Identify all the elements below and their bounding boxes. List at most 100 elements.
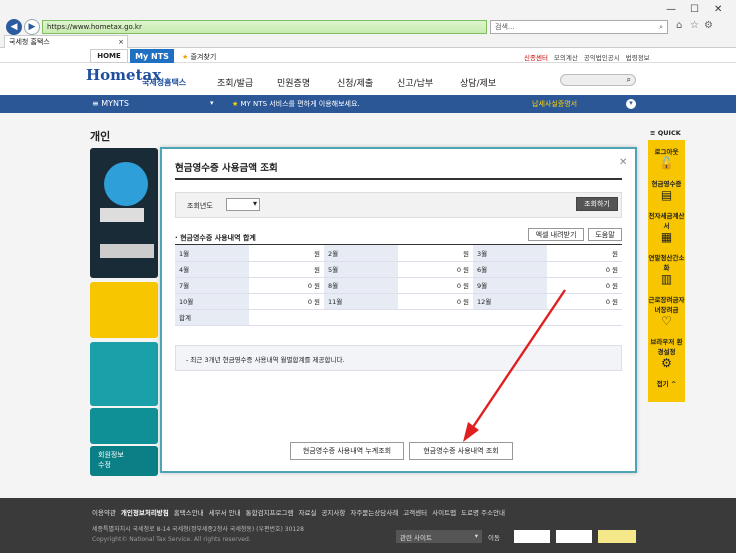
excel-download-button[interactable]: 엑셀 내려받기 — [528, 228, 584, 241]
nav-notice-text: 납세사실증명서 — [532, 100, 578, 108]
quick-logout[interactable]: 로그아웃 🔓 — [648, 146, 685, 170]
month-label: 10월 — [175, 293, 249, 310]
teal-card[interactable] — [90, 408, 158, 444]
quick-menu: 로그아웃 🔓 현금영수증 ▤ 전자세금계산서 ▦ 연말정산간소화 ▥ 근로장려금자녀장려… — [648, 140, 685, 402]
month-label: 1월 — [175, 245, 249, 262]
footer-address: 세종특별자치시 국세청로 8-14 국세청(정부세종2청사 국세청동) (우편번… — [92, 526, 304, 533]
footer-link[interactable]: 자료실 — [298, 507, 316, 517]
footer-link[interactable]: 공지사항 — [321, 507, 345, 517]
month-value: 원 — [249, 261, 324, 278]
badge-logo[interactable] — [514, 530, 550, 543]
yellow-card[interactable] — [90, 282, 158, 338]
top-link[interactable]: 법령정보 — [626, 52, 650, 62]
home-icon[interactable]: ⌂ — [676, 20, 682, 31]
masked-info — [100, 244, 154, 258]
quick-year-end[interactable]: 연말정산간소화 ▥ — [648, 252, 685, 286]
star-icon[interactable]: ☆ — [690, 20, 699, 31]
url-text: https://www.hometax.go.kr — [47, 23, 142, 31]
forward-button[interactable]: ▶ — [24, 19, 40, 35]
nav-message: ★ MY NTS 서비스를 편하게 이용해보세요. — [232, 99, 360, 109]
footer-link[interactable]: 통합검지프로그램 — [246, 507, 294, 517]
footer-link[interactable]: 고객센터 — [403, 507, 427, 517]
help-button[interactable]: 도움말 — [588, 228, 622, 241]
browser-search-input[interactable]: 검색... ⌕ — [490, 20, 668, 34]
month-label: 6월 — [473, 261, 547, 278]
menu-item[interactable]: 민원증명 — [277, 76, 310, 89]
info-note: - 최근 3개년 현금영수증 사용내역 월별합계를 제공합니다. — [186, 356, 345, 364]
chevron-down-icon[interactable]: ▾ — [626, 99, 636, 109]
menu-item[interactable]: 신청/제출 — [337, 76, 373, 89]
quick-cash-receipt[interactable]: 현금영수증 ▤ — [648, 178, 685, 202]
site-search-input[interactable]: ⌕ — [560, 74, 636, 86]
footer-link[interactable]: 홈택스안내 — [174, 507, 204, 517]
star-icon: ★ — [232, 100, 239, 108]
menu-item[interactable]: 상담/제보 — [460, 76, 496, 89]
receipt-icon: ▤ — [660, 188, 673, 202]
unlock-icon: 🔓 — [659, 156, 674, 170]
favorites-link[interactable]: ★ 즐겨찾기 — [182, 52, 216, 62]
member-edit-button[interactable]: 회원정보 수정 — [90, 446, 158, 476]
section-title: · 현금영수증 사용내역 합계 — [175, 234, 256, 242]
mynts-menu[interactable]: ≡ MYNTS — [92, 99, 129, 108]
month-value: 원 — [547, 245, 622, 262]
browser-tab[interactable]: 국세청 홈택스 × — [4, 35, 128, 48]
table-row: 1월 원 2월 원 3월 원 — [175, 245, 622, 262]
minimize-icon[interactable]: — — [666, 4, 676, 15]
profile-card — [90, 148, 158, 278]
top-link[interactable]: 신종센터 — [524, 52, 548, 62]
mynts-tab[interactable]: My NTS — [130, 49, 174, 63]
teal-card[interactable] — [90, 342, 158, 406]
address-bar[interactable]: https://www.hometax.go.kr — [42, 20, 487, 34]
favorites-label: 즐겨찾기 — [190, 53, 217, 61]
logo-sub: 국세청홈택스 — [142, 78, 187, 87]
top-links: 신종센터 모의계산 공익법인공시 법령정보 — [524, 52, 650, 62]
search-placeholder: 검색... — [495, 23, 515, 31]
quick-label-text: QUICK — [657, 129, 681, 137]
gear-icon[interactable]: ⚙ — [704, 20, 713, 31]
nav-notice[interactable]: 납세사실증명서 — [532, 99, 577, 109]
gear-icon: ⚙ — [661, 356, 672, 370]
top-link[interactable]: 공익법인공시 — [584, 52, 620, 62]
footer-link[interactable]: 이용약관 — [92, 507, 116, 517]
search-button[interactable]: 조회하기 — [576, 197, 618, 211]
quick-e-invoice[interactable]: 전자세금계산서 ▦ — [648, 210, 685, 244]
search-icon: ⌕ — [659, 22, 663, 31]
quick-incentive[interactable]: 근로장려금자녀장려금 ♡ — [648, 294, 685, 328]
back-button[interactable]: ◀ — [6, 19, 22, 35]
maximize-icon[interactable]: ☐ — [690, 4, 699, 15]
footer-link[interactable]: 도로명 주소안내 — [461, 507, 505, 517]
menu-item[interactable]: 신고/납부 — [397, 76, 433, 89]
page-title: 개인 — [90, 130, 111, 143]
badge-logo[interactable] — [598, 530, 636, 543]
chevron-down-icon[interactable]: ▾ — [210, 99, 214, 107]
close-icon[interactable]: ✕ — [619, 157, 627, 168]
month-label: 7월 — [175, 277, 249, 294]
quick-browser-settings[interactable]: 브라우저 환경설정 ⚙ — [648, 336, 685, 370]
home-tab[interactable]: HOME — [90, 49, 128, 63]
menu-item[interactable]: 조회/발급 — [217, 76, 253, 89]
footer-link[interactable]: 자주묻는상담사례 — [350, 507, 398, 517]
quick-item-label: 로그아웃 — [654, 148, 679, 156]
related-sites-select[interactable]: 관련 사이트 ▾ — [396, 530, 482, 543]
go-button[interactable]: 이동 — [488, 532, 500, 542]
footer-link[interactable]: 사이트맵 — [432, 507, 456, 517]
close-icon[interactable]: ✕ — [714, 4, 722, 15]
footer-link[interactable]: 개인정보처리방침 — [121, 507, 169, 517]
search-icon: ⌕ — [626, 75, 631, 84]
year-label: 조회년도 — [187, 202, 213, 210]
badge-logo[interactable] — [556, 530, 592, 543]
footer-link[interactable]: 세무서 안내 — [209, 507, 241, 517]
top-link[interactable]: 모의계산 — [554, 52, 578, 62]
month-label: 5월 — [324, 261, 398, 278]
masked-info — [100, 208, 144, 222]
month-value: 0 원 — [398, 261, 473, 278]
cumulative-inquiry-button[interactable]: 현금영수증 사용내역 누계조회 — [290, 442, 404, 460]
quick-collapse[interactable]: 접기 ^ — [648, 378, 685, 388]
month-value: 0 원 — [547, 261, 622, 278]
total-label: 합계 — [175, 309, 249, 326]
chevron-down-icon: ▾ — [252, 199, 257, 208]
quick-item-label: 연말정산간소화 — [648, 254, 685, 272]
tab-close-icon[interactable]: × — [118, 38, 124, 46]
quick-item-label: 현금영수증 — [651, 180, 682, 188]
year-select[interactable]: ▾ — [226, 198, 260, 211]
